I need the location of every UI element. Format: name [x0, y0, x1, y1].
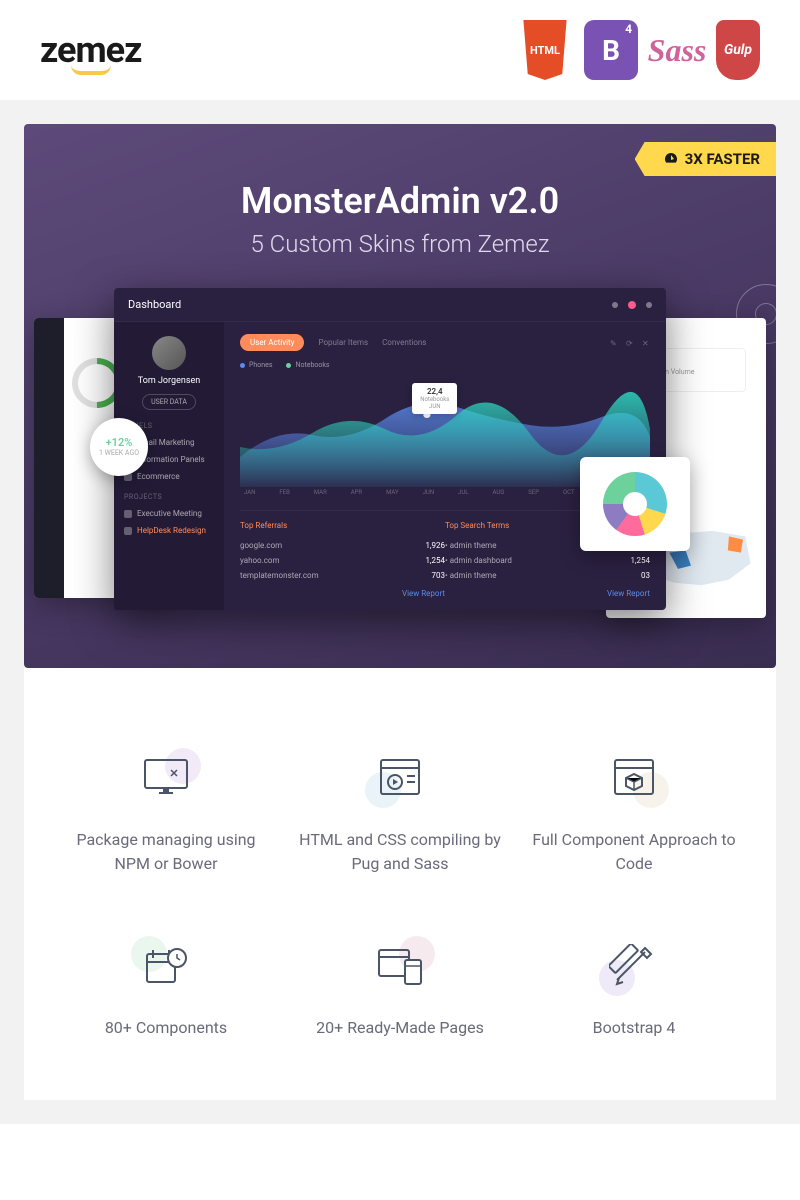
features-section: Package managing using NPM or Bower HTML…	[24, 668, 776, 1100]
dashboard-title: Dashboard	[128, 298, 181, 311]
tooltip-series: Notebooks	[420, 396, 449, 403]
html5-icon: HTML	[518, 20, 572, 80]
dashboard-main: Dashboard Tom Jorgensen USER DATA +12% 1…	[114, 288, 666, 610]
sass-icon: Sass	[650, 20, 704, 80]
feature-card: Package managing using NPM or Bower	[64, 748, 268, 876]
gauge-icon	[663, 151, 679, 167]
dashboard-sidebar: Tom Jorgensen USER DATA +12% 1 WEEK AGO …	[114, 322, 224, 610]
content-wrapper: 3X FASTER MonsterAdmin v2.0 5 Custom Ski…	[0, 100, 800, 1124]
table-row: yahoo.com1,254	[240, 553, 445, 568]
growth-badge: +12% 1 WEEK AGO	[90, 418, 148, 476]
feature-card: HTML and CSS compiling by Pug and Sass	[298, 748, 502, 876]
sidebar-section: PROJECTS	[124, 493, 214, 501]
refresh-icon[interactable]: ⟳	[626, 339, 634, 347]
feature-card: 80+ Components	[64, 936, 268, 1040]
table-row: google.com1,926	[240, 538, 445, 553]
user-menu-icon[interactable]	[646, 302, 652, 308]
feature-card: Full Component Approach to Code	[532, 748, 736, 876]
feature-label: HTML and CSS compiling by Pug and Sass	[298, 828, 502, 876]
user-name: Tom Jorgensen	[124, 376, 214, 386]
sidebar-item[interactable]: Ecommerce	[124, 472, 214, 481]
feature-label: Bootstrap 4	[532, 1016, 736, 1040]
tab-popular-items[interactable]: Popular Items	[318, 338, 368, 347]
area-chart: 22,4 Notebooks JUN	[240, 377, 650, 487]
edit-icon[interactable]: ✎	[610, 339, 618, 347]
feature-label: 20+ Ready-Made Pages	[298, 1016, 502, 1040]
view-report-link[interactable]: View Report	[445, 589, 650, 598]
monitor-icon	[141, 756, 191, 800]
tooltip-value: 22,4	[420, 387, 449, 396]
dashboard-preview: 04,516 Production Volume Dashboard	[34, 288, 766, 668]
referrals-table: Top Referrals google.com1,926 yahoo.com1…	[240, 521, 445, 598]
table-row: • admin theme03	[445, 568, 650, 583]
faster-badge: 3X FASTER	[635, 142, 776, 176]
growth-label: 1 WEEK AGO	[99, 449, 139, 457]
chart-legend: Phones Notebooks	[240, 361, 650, 369]
legend-item: Notebooks	[286, 361, 329, 369]
search-icon[interactable]	[612, 302, 618, 308]
feature-card: Bootstrap 4	[532, 936, 736, 1040]
pie-chart-icon	[603, 472, 667, 536]
view-report-link[interactable]: View Report	[240, 589, 445, 598]
gulp-icon: Gulp	[716, 20, 760, 80]
pie-chart-card	[580, 457, 690, 551]
feature-label: Full Component Approach to Code	[532, 828, 736, 876]
page-header: zemez HTML B Sass Gulp	[0, 0, 800, 100]
tech-badges: HTML B Sass Gulp	[518, 20, 760, 80]
chart-tabs: User Activity Popular Items Conventions …	[240, 334, 650, 351]
table-row: templatemonster.com703	[240, 568, 445, 583]
dashboard-content: User Activity Popular Items Conventions …	[224, 322, 666, 610]
sidebar-item[interactable]: HelpDesk Redesign	[124, 526, 214, 535]
dashboard-header: Dashboard	[114, 288, 666, 322]
growth-value: +12%	[106, 436, 133, 449]
user-data-button[interactable]: USER DATA	[142, 394, 196, 410]
close-icon[interactable]: ✕	[642, 339, 650, 347]
feature-label: 80+ Components	[64, 1016, 268, 1040]
table-row: • admin dashboard1,254	[445, 553, 650, 568]
feature-card: 20+ Ready-Made Pages	[298, 936, 502, 1040]
hero-subtitle: 5 Custom Skins from Zemez	[24, 230, 776, 258]
chart-tooltip: 22,4 Notebooks JUN	[412, 383, 457, 414]
brand-logo[interactable]: zemez	[40, 29, 141, 71]
tooltip-period: JUN	[420, 403, 449, 410]
faster-label: 3X FASTER	[685, 150, 760, 168]
sidebar-item[interactable]: Executive Meeting	[124, 509, 214, 518]
table-title: Top Referrals	[240, 521, 445, 530]
box-icon	[609, 756, 659, 800]
bootstrap-icon: B	[584, 20, 638, 80]
browser-play-icon	[375, 756, 425, 800]
calendar-clock-icon	[141, 944, 191, 988]
tab-conventions[interactable]: Conventions	[382, 338, 426, 347]
ruler-pencil-icon	[609, 944, 659, 988]
hero-section: 3X FASTER MonsterAdmin v2.0 5 Custom Ski…	[24, 124, 776, 668]
avatar[interactable]	[152, 336, 186, 370]
legend-item: Phones	[240, 361, 272, 369]
notification-icon[interactable]	[628, 301, 636, 309]
tab-user-activity[interactable]: User Activity	[240, 334, 304, 351]
devices-icon	[375, 944, 425, 988]
feature-label: Package managing using NPM or Bower	[64, 828, 268, 876]
